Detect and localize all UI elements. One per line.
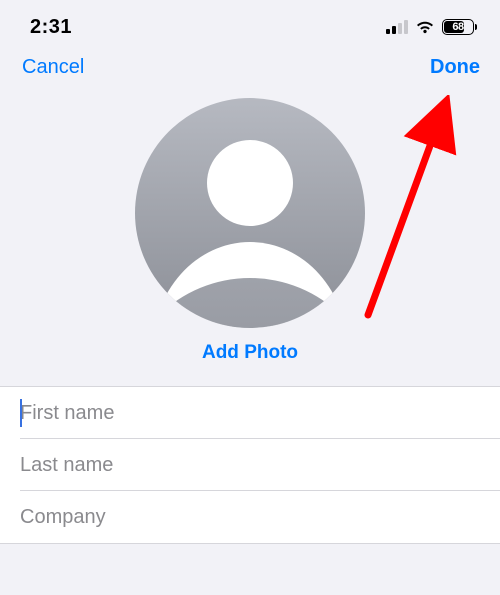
nav-bar: Cancel Done	[0, 54, 500, 94]
status-time: 2:31	[30, 16, 72, 39]
text-caret	[20, 399, 22, 427]
company-input[interactable]	[20, 506, 500, 529]
company-row[interactable]	[0, 491, 500, 543]
first-name-input[interactable]	[20, 402, 500, 425]
status-indicators: 68	[386, 19, 474, 35]
cancel-button[interactable]: Cancel	[22, 56, 84, 79]
first-name-row[interactable]	[0, 387, 500, 439]
battery-percent: 68	[452, 21, 463, 33]
contact-form	[0, 386, 500, 544]
wifi-icon	[415, 20, 435, 34]
add-photo-button[interactable]: Add Photo	[202, 342, 298, 364]
last-name-input[interactable]	[20, 454, 500, 477]
avatar-section: Add Photo	[0, 94, 500, 386]
contact-avatar-placeholder[interactable]	[135, 98, 365, 328]
done-button[interactable]: Done	[430, 56, 480, 79]
cellular-icon	[386, 20, 408, 34]
last-name-row[interactable]	[0, 439, 500, 491]
status-bar: 2:31 68	[0, 0, 500, 54]
battery-icon: 68	[442, 19, 474, 35]
